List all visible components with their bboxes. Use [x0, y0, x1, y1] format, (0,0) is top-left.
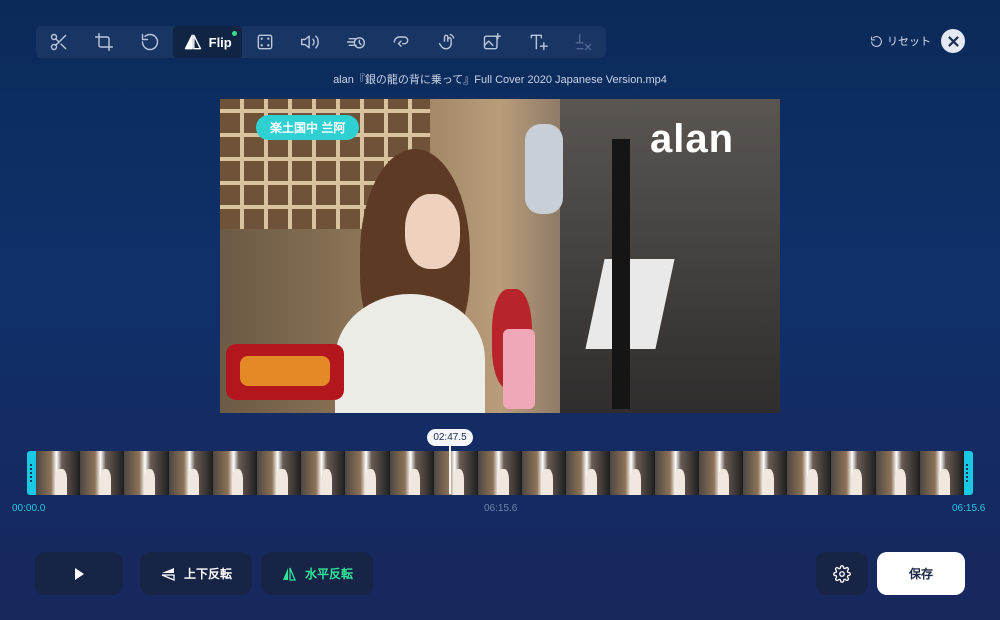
remove-text-icon [575, 33, 592, 51]
video-show-logo [226, 344, 344, 400]
speed-tool-button[interactable] [333, 26, 379, 58]
timeline-end-handle[interactable] [966, 464, 968, 482]
timeline-thumbnail [610, 451, 655, 495]
timeline-playhead[interactable] [449, 446, 451, 494]
rotate-tool-button[interactable] [127, 26, 173, 58]
video-show-logo-emblem [240, 356, 330, 386]
frame-tool-button[interactable] [242, 26, 288, 58]
timeline-duration: 06:15.6 [484, 503, 518, 514]
timeline-thumbnail [389, 451, 434, 495]
video-singer-face [405, 194, 460, 269]
volume-tool-button[interactable] [287, 26, 333, 58]
timeline-start-handle[interactable] [30, 464, 32, 482]
play-button[interactable] [35, 552, 123, 595]
timeline-thumbnail [345, 451, 390, 495]
timeline-thumbnail [654, 451, 699, 495]
timeline-thumbnail [875, 451, 920, 495]
timeline-thumbnail [80, 451, 125, 495]
add-text-icon [530, 34, 548, 51]
file-name: alan『銀の龍の背に乗って』Full Cover 2020 Japanese … [333, 74, 667, 86]
remove-text-tool-button[interactable] [560, 26, 606, 58]
close-button[interactable] [941, 29, 965, 53]
reset-label: リセット [887, 36, 931, 48]
volume-icon [301, 35, 319, 49]
timeline-thumbnail [36, 451, 81, 495]
add-image-tool-button[interactable] [469, 26, 515, 58]
horizontal-flip-icon [282, 567, 296, 581]
timeline-thumbnail [212, 451, 257, 495]
timeline-thumbnail [433, 451, 478, 495]
timeline-strip[interactable] [27, 451, 973, 495]
flip-icon [184, 34, 201, 50]
timeline-thumbnail [168, 451, 213, 495]
scissors-icon [50, 33, 67, 51]
flip-tool-button[interactable]: Flip [172, 26, 242, 58]
timeline-thumbnail [831, 451, 876, 495]
timeline-thumbnail [477, 451, 523, 495]
horizontal-flip-label: 水平反転 [304, 567, 353, 581]
frame-icon [257, 34, 272, 50]
loop-icon [393, 36, 409, 47]
play-icon [75, 567, 84, 580]
close-icon [947, 35, 959, 47]
touch-rotate-tool-button[interactable] [424, 26, 470, 58]
timeline-thumbnail [256, 451, 302, 495]
add-image-icon [483, 32, 502, 50]
timeline-thumbnail [301, 451, 346, 495]
save-button[interactable]: 保存 [877, 552, 965, 595]
loop-tool-button[interactable] [378, 26, 424, 58]
video-channel-tag: 楽土国中 兰阿 [256, 115, 360, 140]
video-preview[interactable]: 楽土国中 兰阿 alan [220, 99, 780, 413]
video-mic-stand [612, 139, 630, 409]
timeline-start-time: 00:00.0 [12, 503, 46, 514]
settings-button[interactable] [816, 552, 868, 595]
add-text-tool-button[interactable] [515, 26, 561, 58]
vertical-flip-button[interactable]: 上下反転 [140, 552, 252, 595]
crop-tool-button[interactable] [82, 26, 128, 58]
timeline-thumbnail [919, 451, 964, 495]
video-microphone [525, 124, 563, 214]
crop-icon [95, 32, 114, 52]
video-bottle [503, 329, 535, 409]
vertical-flip-label: 上下反転 [183, 567, 232, 581]
touch-rotate-icon [438, 33, 454, 50]
timeline-thumbnail [698, 451, 743, 495]
video-artist-logo: alan [650, 117, 735, 161]
rotate-icon [141, 33, 158, 51]
speed-icon [346, 37, 365, 49]
timeline-thumbnail [743, 451, 788, 495]
video-singer-body [335, 294, 485, 413]
flip-tool-label: Flip [208, 34, 232, 50]
current-time-bubble: 02:47.5 [427, 429, 473, 446]
timeline-thumbnail [787, 451, 832, 495]
editor-toolbar: Flip [36, 26, 606, 58]
reset-button[interactable]: リセット [870, 33, 931, 49]
cut-tool-button[interactable] [36, 26, 82, 58]
horizontal-flip-button[interactable]: 水平反転 [261, 552, 373, 595]
vertical-flip-icon [161, 567, 175, 581]
timeline-thumbnail [566, 451, 611, 495]
timeline-thumbnail [124, 451, 169, 495]
timeline-thumbnail [522, 451, 567, 495]
timeline-end-time: 06:15.6 [952, 503, 986, 514]
gear-icon [833, 564, 851, 583]
active-indicator-dot [231, 31, 237, 36]
reset-icon [871, 35, 882, 47]
